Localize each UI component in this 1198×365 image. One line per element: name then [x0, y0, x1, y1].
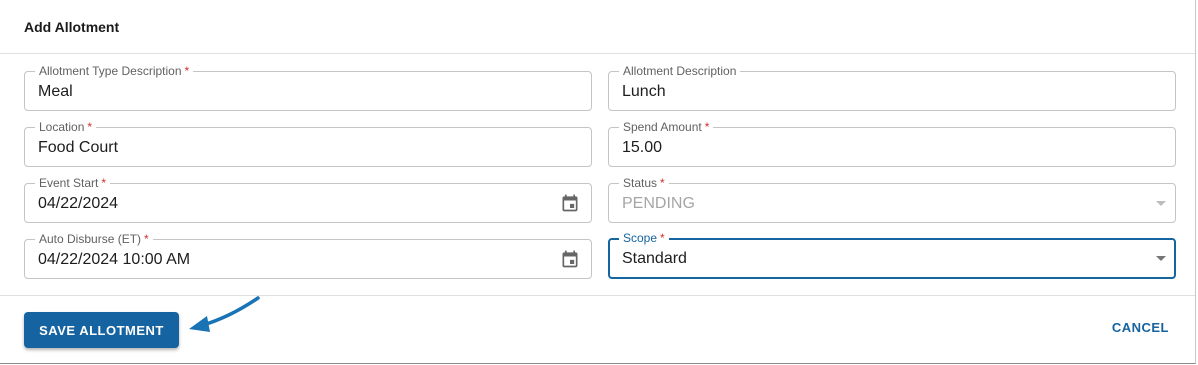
auto-disburse-value: 04/22/2024 10:00 AM — [38, 251, 191, 268]
location-label: Location * — [35, 120, 97, 134]
calendar-icon[interactable] — [560, 193, 580, 213]
status-select: Status * PENDING — [608, 176, 1176, 223]
allotment-type-description-field[interactable]: Allotment Type Description * Meal — [24, 64, 592, 111]
event-start-value: 04/22/2024 — [38, 195, 119, 212]
dialog-footer-divider — [0, 295, 1195, 296]
add-allotment-dialog: Add Allotment Allotment Type Description… — [0, 0, 1196, 364]
allotment-type-description-value: Meal — [38, 83, 73, 100]
location-field[interactable]: Location * Food Court — [24, 120, 592, 167]
spend-amount-label: Spend Amount * — [619, 120, 714, 134]
event-start-label: Event Start * — [35, 176, 111, 190]
allotment-description-value: Lunch — [622, 83, 666, 100]
spend-amount-value: 15.00 — [622, 139, 663, 156]
allotment-description-label: Allotment Description — [619, 64, 741, 78]
allotment-type-description-label: Allotment Type Description * — [35, 64, 194, 78]
allotment-description-field[interactable]: Allotment Description Lunch — [608, 64, 1176, 111]
scope-label: Scope * — [619, 231, 669, 245]
status-value: PENDING — [622, 195, 695, 212]
save-allotment-button[interactable]: SAVE ALLOTMENT — [24, 312, 179, 348]
location-value: Food Court — [38, 139, 119, 156]
spend-amount-field[interactable]: Spend Amount * 15.00 — [608, 120, 1176, 167]
scope-select[interactable]: Scope * Standard — [608, 231, 1176, 279]
auto-disburse-label: Auto Disburse (ET) * — [35, 232, 153, 246]
annotation-arrow-icon — [189, 296, 260, 332]
cancel-button[interactable]: CANCEL — [1112, 320, 1169, 335]
event-start-field[interactable]: Event Start * 04/22/2024 — [24, 176, 592, 223]
status-label: Status * — [619, 176, 669, 190]
scope-value: Standard — [622, 250, 687, 267]
calendar-icon[interactable] — [560, 249, 580, 269]
auto-disburse-field[interactable]: Auto Disburse (ET) * 04/22/2024 10:00 AM — [24, 232, 592, 279]
chevron-down-icon — [1156, 201, 1166, 206]
dialog-title: Add Allotment — [24, 19, 120, 35]
chevron-down-icon[interactable] — [1156, 256, 1166, 261]
dialog-header: Add Allotment — [0, 0, 1195, 54]
